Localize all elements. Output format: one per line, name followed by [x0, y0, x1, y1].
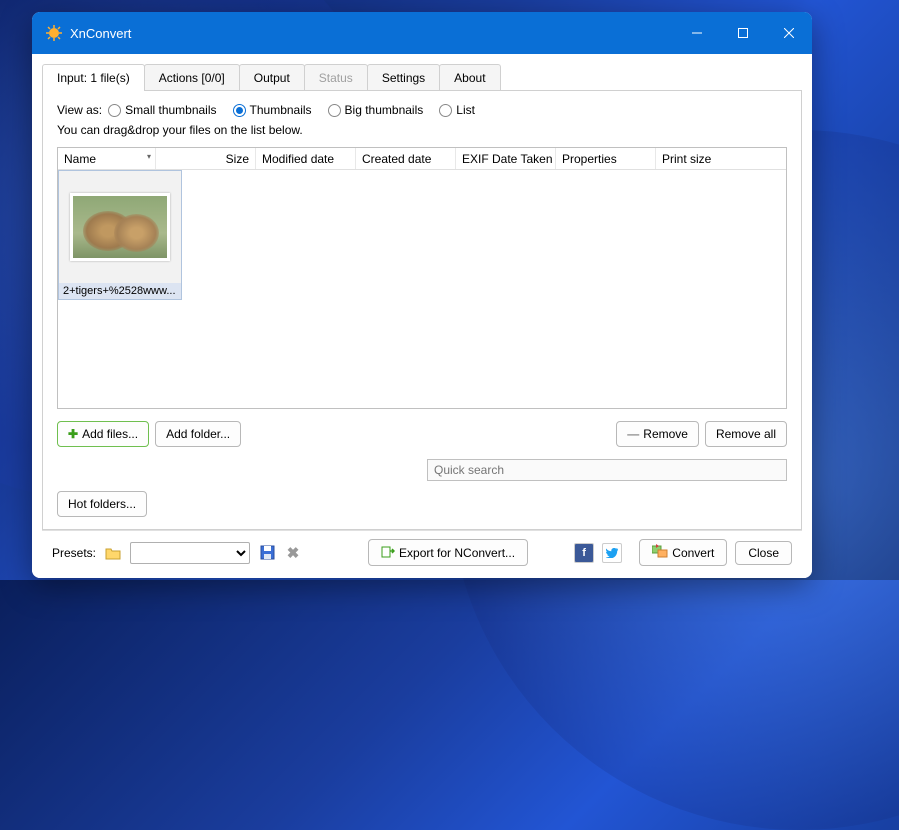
tab-output[interactable]: Output	[239, 64, 305, 91]
col-exif[interactable]: EXIF Date Taken	[456, 148, 556, 169]
twitter-icon[interactable]	[602, 543, 622, 563]
tab-status[interactable]: Status	[304, 64, 368, 91]
thumbnail-frame	[59, 171, 181, 283]
export-nconvert-button[interactable]: Export for NConvert...	[368, 539, 528, 566]
file-thumbnail[interactable]: 2+tigers+%2528www...	[58, 170, 182, 300]
plus-icon: ✚	[68, 427, 78, 441]
radio-big-thumbnails[interactable]: Big thumbnails	[328, 103, 424, 117]
close-window-button[interactable]	[766, 12, 812, 54]
view-as-row: View as: Small thumbnails Thumbnails Big…	[57, 103, 787, 117]
hot-folders-button[interactable]: Hot folders...	[57, 491, 147, 517]
maximize-button[interactable]	[720, 12, 766, 54]
content-area: Input: 1 file(s) Actions [0/0] Output St…	[32, 54, 812, 578]
convert-icon	[652, 544, 668, 561]
bottom-bar: Presets: ✖ Export for NConvert... f	[42, 530, 802, 574]
open-preset-icon[interactable]	[104, 544, 122, 562]
col-printsize[interactable]: Print size	[656, 148, 786, 169]
save-preset-icon[interactable]	[258, 544, 276, 562]
presets-label: Presets:	[52, 546, 96, 560]
col-name[interactable]: Name▾	[58, 148, 156, 169]
thumbnail-zone[interactable]: 2+tigers+%2528www...	[58, 170, 786, 408]
tab-about[interactable]: About	[439, 64, 500, 91]
radio-small-thumbnails[interactable]: Small thumbnails	[108, 103, 216, 117]
delete-preset-icon[interactable]: ✖	[284, 544, 302, 562]
app-window: XnConvert Input: 1 file(s) Actions [0/0]…	[32, 12, 812, 578]
col-modified[interactable]: Modified date	[256, 148, 356, 169]
app-icon	[46, 25, 62, 41]
drag-drop-hint: You can drag&drop your files on the list…	[57, 123, 787, 137]
file-buttons-row: ✚ Add files... Add folder... — Remove Re…	[57, 421, 787, 447]
remove-all-button[interactable]: Remove all	[705, 421, 787, 447]
thumbnail-image	[70, 193, 170, 261]
facebook-icon[interactable]: f	[574, 543, 594, 563]
preset-select[interactable]	[130, 542, 250, 564]
tab-bar: Input: 1 file(s) Actions [0/0] Output St…	[42, 64, 802, 91]
tab-input[interactable]: Input: 1 file(s)	[42, 64, 145, 91]
titlebar[interactable]: XnConvert	[32, 12, 812, 54]
convert-button[interactable]: Convert	[639, 539, 727, 566]
window-title: XnConvert	[70, 26, 131, 41]
column-headers: Name▾ Size Modified date Created date EX…	[58, 148, 786, 170]
tab-body: View as: Small thumbnails Thumbnails Big…	[42, 90, 802, 530]
tab-settings[interactable]: Settings	[367, 64, 440, 91]
tab-actions[interactable]: Actions [0/0]	[144, 64, 240, 91]
search-input[interactable]	[427, 459, 787, 481]
remove-button[interactable]: — Remove	[616, 421, 699, 447]
minimize-button[interactable]	[674, 12, 720, 54]
thumbnail-caption: 2+tigers+%2528www...	[59, 283, 181, 299]
export-icon	[381, 544, 395, 561]
radio-list[interactable]: List	[439, 103, 475, 117]
col-created[interactable]: Created date	[356, 148, 456, 169]
sort-chevron-icon: ▾	[147, 152, 151, 161]
radio-thumbnails[interactable]: Thumbnails	[233, 103, 312, 117]
col-properties[interactable]: Properties	[556, 148, 656, 169]
file-list[interactable]: Name▾ Size Modified date Created date EX…	[57, 147, 787, 409]
close-button[interactable]: Close	[735, 541, 792, 565]
col-size[interactable]: Size	[156, 148, 256, 169]
add-folder-button[interactable]: Add folder...	[155, 421, 241, 447]
view-as-label: View as:	[57, 103, 102, 117]
add-files-button[interactable]: ✚ Add files...	[57, 421, 149, 447]
search-row	[57, 459, 787, 481]
minus-icon: —	[627, 427, 639, 441]
